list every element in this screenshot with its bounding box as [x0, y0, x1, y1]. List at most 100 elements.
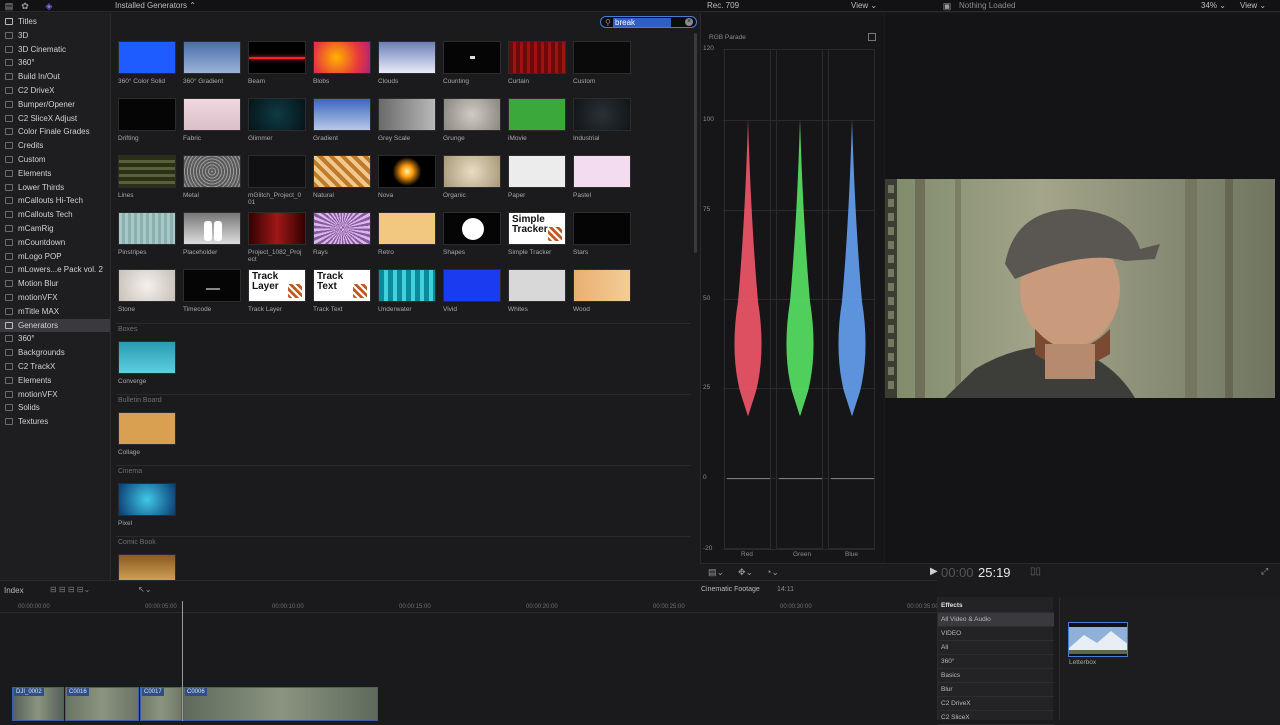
generator-tile[interactable]: Retro	[378, 212, 436, 256]
play-button[interactable]: ▶	[930, 566, 938, 577]
sidebar-item[interactable]: mCamRig	[0, 222, 110, 235]
video-frame[interactable]	[885, 179, 1275, 398]
fullscreen-icon[interactable]: ⤢	[1261, 566, 1268, 577]
generator-tile[interactable]: Natural	[313, 155, 371, 199]
scope-view-menu[interactable]: View ⌄	[851, 1, 877, 10]
effect-thumb-letterbox[interactable]	[1068, 622, 1128, 657]
generator-tile[interactable]: Track Layer Track Layer	[248, 269, 306, 313]
generator-tile[interactable]: Glimmer	[248, 98, 306, 142]
generator-tile[interactable]: Gradient	[313, 98, 371, 142]
generator-tile[interactable]: Track Text Track Text	[313, 269, 371, 313]
speed-icon[interactable]: ◔⌄	[766, 567, 779, 578]
generator-tile[interactable]: Simple Tracker Simple Tracker	[508, 212, 566, 256]
sidebar-item[interactable]: C2 DriveX	[0, 84, 110, 97]
sidebar-item[interactable]: Custom	[0, 153, 110, 166]
effects-category[interactable]: Basics	[938, 669, 1054, 683]
generator-tile[interactable]: Timecode	[183, 269, 241, 313]
sidebar-item[interactable]: Credits	[0, 139, 110, 152]
generator-tile[interactable]: Blobs	[313, 41, 371, 85]
sidebar-item[interactable]: 360°	[0, 56, 110, 69]
generator-tile[interactable]: Drifting	[118, 98, 176, 142]
generator-tile[interactable]: Nova	[378, 155, 436, 199]
generator-tile[interactable]: Stars	[573, 212, 631, 256]
sidebar-item[interactable]: Build In/Out	[0, 70, 110, 83]
effects-category[interactable]: Blur	[938, 683, 1054, 697]
generator-tile[interactable]: Pastel	[573, 155, 631, 199]
effects-category[interactable]: All	[938, 641, 1054, 655]
scope-settings-icon[interactable]	[868, 33, 876, 41]
generator-tile[interactable]: Pixel	[118, 483, 176, 527]
sidebar-item[interactable]: mCallouts Hi-Tech	[0, 194, 110, 207]
search-field[interactable]: ⚲ ×	[600, 16, 697, 28]
timeline-clip[interactable]: C0017	[140, 687, 182, 721]
generator-tile[interactable]: Project_1082_Proj ect	[248, 212, 306, 263]
sidebar-item[interactable]: C2 SliceX Adjust	[0, 112, 110, 125]
sidebar-item[interactable]: mCountdown	[0, 236, 110, 249]
generator-tile[interactable]: Vivid	[443, 269, 501, 313]
generator-tile[interactable]	[118, 554, 176, 580]
index-button[interactable]: Index	[4, 586, 24, 595]
zoom-menu[interactable]: 34% ⌄	[1201, 1, 1226, 10]
generator-tile[interactable]: Curtain	[508, 41, 566, 85]
effects-category[interactable]: All Video & Audio	[938, 613, 1054, 627]
generator-tile[interactable]: 360° Gradient	[183, 41, 241, 85]
timeline-clip[interactable]: DJI_0002	[12, 687, 64, 721]
sidebar-item[interactable]: Motion Blur	[0, 277, 110, 290]
sidebar-item[interactable]: mTitle MAX	[0, 305, 110, 318]
generator-tile[interactable]: Custom	[573, 41, 631, 85]
generator-tile[interactable]: Fabric	[183, 98, 241, 142]
transform-icon[interactable]: ✥⌄	[738, 567, 753, 578]
effects-category[interactable]: C2 SliceX	[938, 711, 1054, 725]
audio-meter-icon[interactable]: ▯▯	[1030, 566, 1041, 577]
generator-tile[interactable]: Grunge	[443, 98, 501, 142]
generator-tile[interactable]: Beam	[248, 41, 306, 85]
sidebar-item[interactable]: 360°	[0, 332, 110, 345]
browser-scrollbar[interactable]	[694, 33, 697, 253]
generator-tile[interactable]: Counting	[443, 41, 501, 85]
sidebar-item[interactable]: 3D	[0, 29, 110, 42]
generator-tile[interactable]: Rays	[313, 212, 371, 256]
generator-tile[interactable]: Lines	[118, 155, 176, 199]
generator-tile[interactable]: 360° Color Solid	[118, 41, 176, 85]
generator-tile[interactable]: Collage	[118, 412, 176, 456]
sidebar-item[interactable]: Elements	[0, 374, 110, 387]
sidebar-item[interactable]: Backgrounds	[0, 346, 110, 359]
generator-tile[interactable]: Wood	[573, 269, 631, 313]
generator-tile[interactable]: Underwater	[378, 269, 436, 313]
photos-icon[interactable]: ✿	[20, 1, 30, 11]
sidebar-item[interactable]: Elements	[0, 167, 110, 180]
sidebar-item[interactable]: mLogo POP	[0, 250, 110, 263]
search-input[interactable]	[613, 18, 671, 27]
generator-tile[interactable]: Metal	[183, 155, 241, 199]
titles-generators-icon[interactable]: ◈	[44, 1, 54, 11]
generator-tile[interactable]: Placeholder	[183, 212, 241, 256]
generator-tile[interactable]: Industrial	[573, 98, 631, 142]
sidebar-item[interactable]: Generators	[0, 318, 110, 332]
effects-category[interactable]: 360°	[938, 655, 1054, 669]
generator-tile[interactable]: Organic	[443, 155, 501, 199]
timeline-clip[interactable]: C0006	[183, 687, 378, 721]
sidebar-item[interactable]: mCallouts Tech	[0, 208, 110, 221]
generator-tile[interactable]: Clouds	[378, 41, 436, 85]
viewer-view-menu[interactable]: View ⌄	[1240, 1, 1266, 10]
sidebar-item[interactable]: 3D Cinematic	[0, 43, 110, 56]
select-tool-icon[interactable]: ↖⌄	[138, 585, 151, 594]
clear-search-icon[interactable]: ×	[685, 18, 693, 26]
effects-category[interactable]: VIDEO	[938, 627, 1054, 641]
library-icon[interactable]: ▤	[4, 1, 14, 11]
browser-title[interactable]: Installed Generators ⌃	[115, 1, 196, 10]
sidebar-item[interactable]: Bumper/Opener	[0, 98, 110, 111]
generator-tile[interactable]: Shapes	[443, 212, 501, 256]
generator-tile[interactable]: Grey Scale	[378, 98, 436, 142]
sidebar-item[interactable]: Lower Thirds	[0, 181, 110, 194]
sidebar-item[interactable]: C2 TrackX	[0, 360, 110, 373]
generator-tile[interactable]: Stone	[118, 269, 176, 313]
generator-tile[interactable]: Paper	[508, 155, 566, 199]
timeline-clip[interactable]: C0016	[65, 687, 139, 721]
sidebar-item[interactable]: Solids	[0, 401, 110, 414]
scope-layout-icon[interactable]: ▤⌄	[708, 567, 724, 578]
sidebar-item[interactable]: motionVFX	[0, 291, 110, 304]
generator-tile[interactable]: mGlitch_Project_0 01	[248, 155, 306, 206]
generator-tile[interactable]: iMovie	[508, 98, 566, 142]
sidebar-item[interactable]: Titles	[0, 15, 110, 28]
